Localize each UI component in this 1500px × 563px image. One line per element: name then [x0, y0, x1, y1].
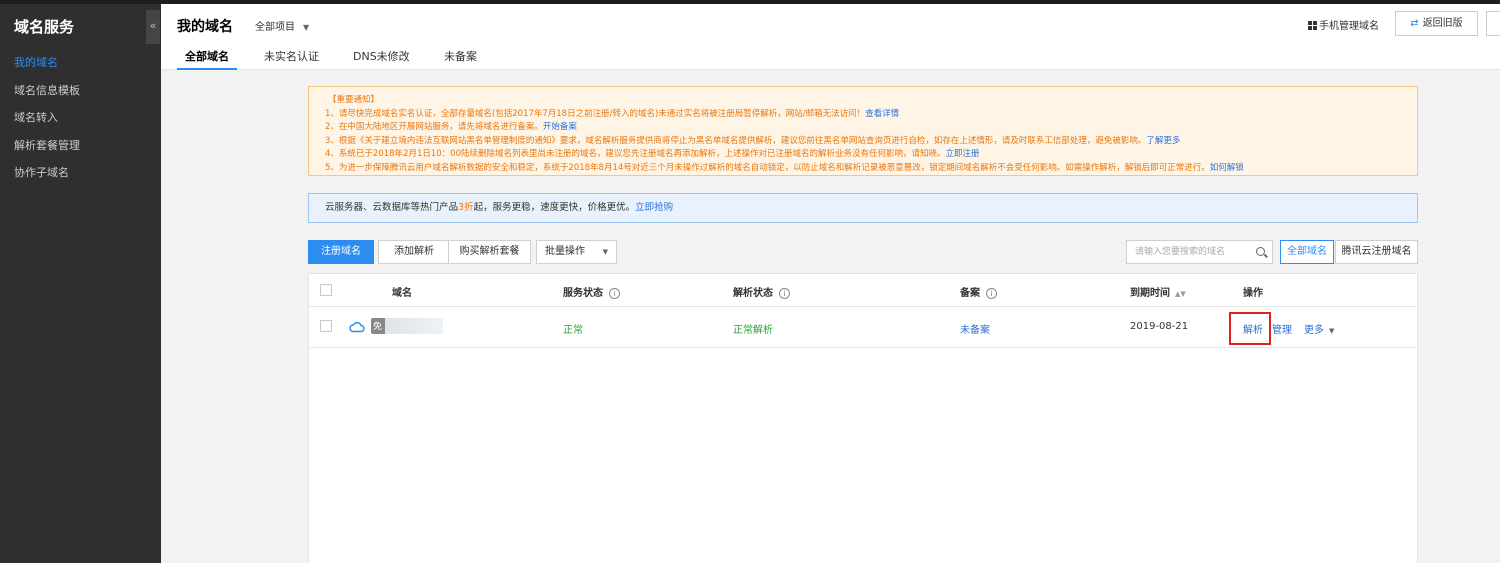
project-dropdown[interactable]: 全部项目 ▼ [255, 18, 309, 33]
col-icp: 备案 i [960, 284, 997, 299]
domain-table: 域名 服务状态 i 解析状态 i 备案 i 到期时间 ▲▼ 操作 免 正常 正常解析 未… [308, 273, 1418, 563]
info-icon[interactable]: i [779, 288, 790, 299]
notice-line: 2、在中国大陆地区开展网站服务，请先将域名进行备案。开始备案 [325, 122, 577, 132]
cloud-icon [349, 321, 365, 333]
filter-tencent-registered[interactable]: 腾讯云注册域名 [1335, 240, 1418, 264]
caret-down-icon: ▼ [602, 248, 608, 256]
resolve-status: 正常解析 [733, 325, 773, 336]
sidebar-item-my-domains[interactable]: 我的域名 [0, 49, 161, 77]
toolbar: 注册域名 添加解析 购买解析套餐 批量操作 ▼ 全部域名 腾讯云注册域名 [308, 240, 1418, 264]
mobile-manage-label: 手机管理域名 [1319, 21, 1379, 32]
icp-status-link[interactable]: 未备案 [960, 321, 990, 336]
caret-down-icon: ▼ [1329, 327, 1335, 335]
notice-link-details[interactable]: 查看详情 [865, 109, 899, 119]
notice-line: 1、请尽快完成域名实名认证，全部存量域名(包括2017年7月18日之前注册/转入… [325, 108, 900, 119]
notice-line: 4、系统已于2018年2月1日10：00陆续删除域名列表里尚未注册的域名，建议您… [325, 149, 980, 159]
promo-buy-link[interactable]: 立即抢购 [635, 202, 673, 213]
batch-operation-label: 批量操作 [545, 246, 585, 257]
mobile-manage-link[interactable]: 手机管理域名 [1308, 17, 1379, 32]
page-title: 我的域名 [177, 19, 233, 35]
row-checkbox[interactable] [320, 320, 332, 332]
promo-discount: 3折 [458, 202, 474, 213]
important-notice: 【重要通知】 1、请尽快完成域名实名认证，全部存量域名(包括2017年7月18日… [308, 86, 1418, 176]
sidebar: 域名服务 « 我的域名 域名信息模板 域名转入 解析套餐管理 协作子域名 [0, 4, 161, 563]
notice-heading: 【重要通知】 [328, 95, 380, 105]
table-header: 域名 服务状态 i 解析状态 i 备案 i 到期时间 ▲▼ 操作 [309, 274, 1417, 307]
sidebar-item-domain-info-template[interactable]: 域名信息模板 [0, 77, 161, 105]
col-expire[interactable]: 到期时间 ▲▼ [1130, 284, 1186, 299]
domain-search [1126, 240, 1273, 264]
tab-dns-unmodified[interactable]: DNS未修改 [353, 48, 410, 70]
sidebar-brand: 域名服务 [14, 18, 75, 36]
page-header: 我的域名 全部项目 ▼ 手机管理域名 ⇄ 返回旧版 全部域名 未实名认证 DNS未修… [161, 4, 1500, 70]
col-service-status: 服务状态 i [563, 284, 620, 299]
service-status: 正常 [563, 325, 583, 336]
notice-link-unlock[interactable]: 如何解锁 [1210, 163, 1244, 173]
manage-action-link[interactable]: 管理 [1272, 321, 1292, 336]
domain-name-redacted[interactable]: 免 [371, 318, 443, 334]
sidebar-item-sub-domain[interactable]: 协作子域名 [0, 159, 161, 187]
batch-operation-select[interactable]: 批量操作 ▼ [536, 240, 617, 264]
highlight-box [1229, 312, 1271, 345]
register-domain-button[interactable]: 注册域名 [308, 240, 374, 264]
domain-free-badge: 免 [373, 322, 383, 332]
back-old-version-button[interactable]: ⇄ 返回旧版 [1395, 11, 1478, 36]
tab-all-domains[interactable]: 全部域名 [177, 48, 237, 70]
extra-header-button[interactable] [1486, 11, 1500, 36]
notice-link-learn-more[interactable]: 了解更多 [1146, 136, 1180, 146]
tab-unverified[interactable]: 未实名认证 [264, 48, 319, 70]
select-all-checkbox[interactable] [320, 284, 332, 296]
sort-icon[interactable]: ▲▼ [1175, 290, 1186, 298]
promo-banner: 云服务器、云数据库等热门产品3折起，服务更稳，速度更快，价格更优。立即抢购 [308, 193, 1418, 223]
buy-package-button[interactable]: 购买解析套餐 [448, 240, 531, 264]
tab-no-icp[interactable]: 未备案 [444, 48, 477, 70]
info-icon[interactable]: i [986, 288, 997, 299]
sidebar-nav: 我的域名 域名信息模板 域名转入 解析套餐管理 协作子域名 [0, 49, 161, 187]
table-row: 免 正常 正常解析 未备案 2019-08-21 解析 管理 更多 ▼ [309, 307, 1417, 348]
switch-icon: ⇄ [1410, 18, 1419, 29]
search-icon[interactable] [1256, 247, 1265, 256]
col-domain: 域名 [392, 288, 412, 299]
caret-down-icon: ▼ [303, 23, 310, 32]
sidebar-item-resolve-package[interactable]: 解析套餐管理 [0, 132, 161, 160]
add-resolve-button[interactable]: 添加解析 [378, 240, 450, 264]
grid-icon [1308, 21, 1317, 30]
sidebar-item-domain-transfer[interactable]: 域名转入 [0, 104, 161, 132]
more-actions-dropdown[interactable]: 更多 ▼ [1304, 321, 1334, 336]
notice-link-icp[interactable]: 开始备案 [543, 122, 577, 132]
filter-all-domains[interactable]: 全部域名 [1280, 240, 1334, 264]
info-icon[interactable]: i [609, 288, 620, 299]
notice-line: 3、根据《关于建立境内违法互联网站黑名单管理制度的通知》要求，域名解析服务提供商… [325, 135, 1181, 146]
col-resolve-status: 解析状态 i [733, 284, 790, 299]
collapse-sidebar-icon[interactable]: « [146, 10, 160, 44]
notice-line: 5、为进一步保障腾讯云用户域名解析数据的安全和稳定，系统于2018年8月14号对… [325, 162, 1244, 173]
expire-date: 2019-08-21 [1130, 321, 1189, 332]
back-old-version-label: 返回旧版 [1422, 18, 1463, 29]
project-label: 全部项目 [255, 22, 295, 33]
notice-link-register[interactable]: 立即注册 [946, 149, 980, 159]
search-input[interactable] [1127, 241, 1245, 263]
col-actions: 操作 [1243, 288, 1263, 299]
